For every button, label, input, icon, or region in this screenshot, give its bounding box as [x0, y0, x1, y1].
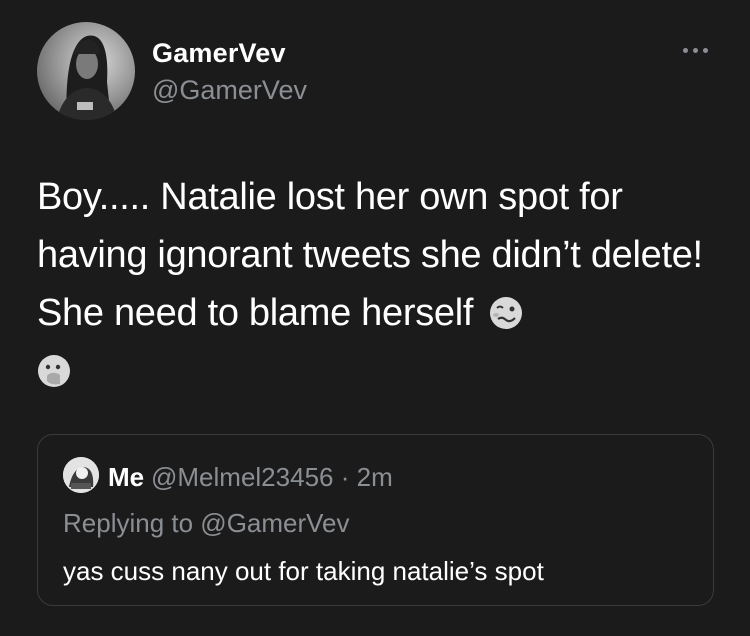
- tweet-card: GamerVev @GamerVev Boy..... Natalie lost…: [0, 0, 750, 636]
- author-avatar-image: [57, 35, 117, 120]
- woozy-face-icon: [490, 297, 523, 329]
- tweet-text: Boy..... Natalie lost her own spot for h…: [37, 176, 703, 334]
- author-display-name[interactable]: GamerVev: [152, 38, 286, 69]
- tweet-body: Boy..... Natalie lost her own spot for h…: [37, 168, 717, 400]
- face-with-hand-over-mouth-icon: [38, 355, 70, 387]
- author-avatar[interactable]: [37, 22, 135, 120]
- quote-separator: ·: [340, 462, 350, 492]
- author-handle[interactable]: @GamerVev: [152, 75, 307, 106]
- quote-author-avatar-image: [63, 457, 99, 493]
- quote-author-avatar[interactable]: [63, 457, 99, 493]
- quote-text: yas cuss nany out for taking natalie’s s…: [63, 556, 544, 586]
- more-options-icon[interactable]: [681, 42, 711, 58]
- quote-author-name[interactable]: Me: [108, 462, 144, 493]
- quote-meta: @Melmel23456 · 2m: [151, 462, 393, 493]
- quoted-tweet[interactable]: Me @Melmel23456 · 2m Replying to @GamerV…: [37, 434, 714, 606]
- quote-replying-to: Replying to @GamerVev: [63, 508, 350, 538]
- quote-timestamp[interactable]: 2m: [357, 462, 393, 492]
- quote-author-handle[interactable]: @Melmel23456: [151, 462, 333, 492]
